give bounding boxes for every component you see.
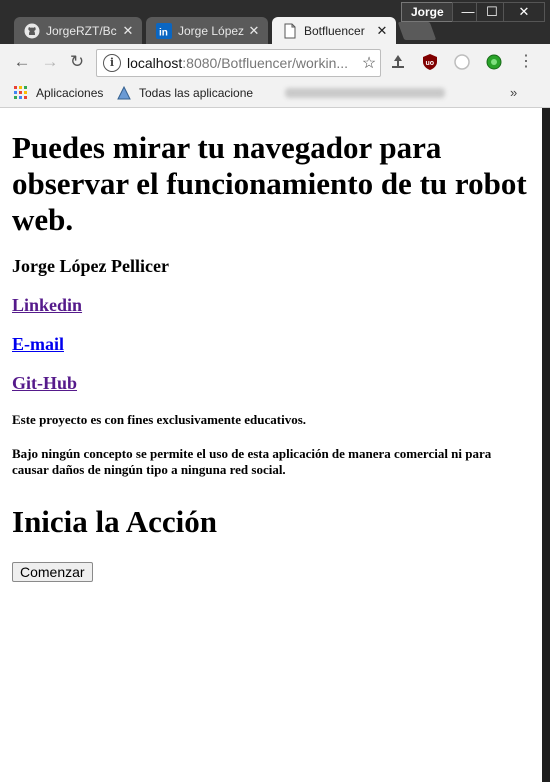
page-icon (282, 23, 298, 39)
page-heading: Puedes mirar tu navegador para observar … (12, 130, 527, 237)
green-extension-icon[interactable] (485, 53, 503, 71)
bookmarks-bar: Aplicaciones Todas las aplicacione » (0, 80, 550, 108)
bookmark-label: Aplicaciones (36, 86, 104, 100)
disabled-extension-icon[interactable] (453, 53, 471, 71)
tab-title: Botfluencer (304, 23, 365, 38)
bookmark-star-icon[interactable]: ☆ (358, 53, 380, 73)
close-tab-icon[interactable]: ✕ (246, 23, 262, 39)
linkedin-icon: in (156, 22, 172, 39)
tab-linkedin[interactable]: in Jorge López ✕ (146, 17, 268, 44)
new-tab-button[interactable] (397, 22, 437, 40)
browser-window: Jorge — ☐ ✕ JorgeRZT/Bc ✕ in Jorge López… (0, 0, 550, 782)
address-bar[interactable]: i localhost:8080/Botfluencer/workin... ☆ (96, 49, 381, 77)
ublock-icon[interactable]: uo (421, 53, 439, 71)
bookmark-label: Todas las aplicacione (139, 86, 254, 100)
github-icon (24, 23, 40, 39)
info-icon[interactable]: i (103, 54, 121, 72)
section-title: Inicia la Acción (12, 504, 217, 539)
forward-arrow-icon[interactable]: → (40, 52, 60, 72)
github-heading: Git-Hub (12, 373, 530, 394)
usage-notice-text: Bajo ningún concepto se permite el uso d… (12, 446, 492, 477)
close-window-button[interactable]: ✕ (503, 2, 545, 22)
svg-text:uo: uo (426, 60, 435, 67)
toolbar: ← → ↻ i localhost:8080/Botfluencer/worki… (0, 44, 550, 80)
email-link[interactable]: E-mail (12, 334, 64, 354)
tab-title: Jorge López (178, 23, 245, 38)
recycle-extension-icon[interactable] (389, 53, 407, 71)
menu-dots-icon[interactable]: ⋮ (516, 52, 536, 72)
svg-text:in: in (159, 27, 168, 38)
bookmark-all-apps[interactable]: Todas las aplicacione (117, 85, 254, 100)
author-name: Jorge López Pellicer (12, 256, 169, 276)
more-bookmarks-icon[interactable]: » (510, 85, 517, 100)
back-arrow-icon[interactable]: ← (12, 52, 32, 72)
tab-github[interactable]: JorgeRZT/Bc ✕ (14, 17, 142, 44)
url-text[interactable]: localhost:8080/Botfluencer/workin... (127, 55, 358, 71)
profile-button[interactable]: Jorge (401, 2, 454, 22)
linkedin-link[interactable]: Linkedin (12, 295, 82, 315)
bookmark-apps[interactable]: Aplicaciones (14, 86, 103, 100)
reload-icon[interactable]: ↻ (67, 52, 87, 72)
linkedin-heading: Linkedin (12, 295, 530, 316)
email-heading: E-mail (12, 334, 530, 355)
app-store-icon (117, 85, 131, 100)
github-link[interactable]: Git-Hub (12, 373, 77, 393)
disclaimer-text: Este proyecto es con fines exclusivament… (12, 412, 307, 427)
tab-strip: Jorge — ☐ ✕ JorgeRZT/Bc ✕ in Jorge López… (0, 0, 550, 44)
tab-botfluencer[interactable]: Botfluencer ✕ (272, 17, 396, 44)
window-border (542, 108, 550, 782)
apps-grid-icon (14, 86, 28, 100)
close-tab-icon[interactable]: ✕ (120, 23, 136, 39)
tab-title: JorgeRZT/Bc (46, 23, 117, 38)
close-tab-icon[interactable]: ✕ (374, 23, 390, 39)
blurred-bookmark (285, 88, 445, 98)
page-content: Puedes mirar tu navegador para observar … (0, 108, 542, 782)
start-button[interactable]: Comenzar (12, 562, 93, 582)
